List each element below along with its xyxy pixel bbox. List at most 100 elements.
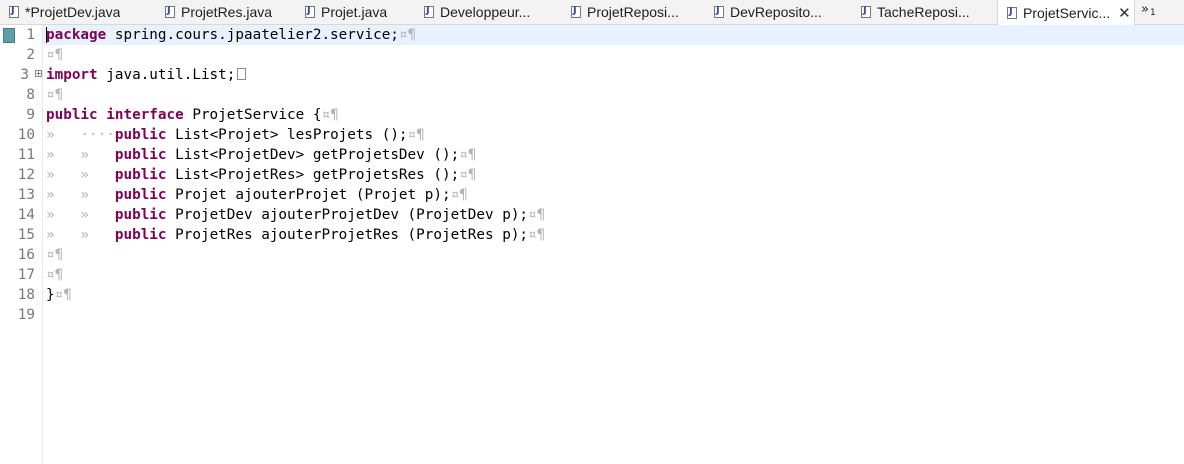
code-text[interactable]: package spring.cours.jpaatelier2.service… <box>46 25 416 45</box>
code-token: Projet ajouterProjet (Projet p); <box>166 187 451 203</box>
line-number: 11 <box>17 147 35 163</box>
line-number: 13 <box>17 187 35 203</box>
code-token: ProjetDev ajouterProjetDev (ProjetDev p)… <box>166 207 529 223</box>
code-line[interactable]: 11 » » public List<ProjetDev> getProjets… <box>0 145 1184 165</box>
tab-projetservice-active[interactable]: ProjetServic... ✕ <box>997 0 1135 25</box>
keyword: public <box>114 127 167 143</box>
code-text[interactable]: » » public List<ProjetRes> getProjetsRes… <box>46 165 476 185</box>
keyword: public <box>114 187 167 203</box>
tab-overflow-button[interactable]: » 1 <box>1141 0 1156 26</box>
code-token: java.util.List; <box>97 67 236 83</box>
code-text[interactable]: » » public Projet ajouterProjet (Projet … <box>46 185 468 205</box>
code-text[interactable]: » » public ProjetRes ajouterProjetRes (P… <box>46 225 545 245</box>
expand-fold-icon[interactable]: + <box>35 70 42 78</box>
code-token: ProjetRes ajouterProjetRes (ProjetRes p)… <box>166 227 529 243</box>
editor-tab-bar: *ProjetDev.java ProjetRes.java Projet.ja… <box>0 0 1184 25</box>
java-file-icon <box>714 5 724 18</box>
indent-marker: » ···· <box>46 127 115 143</box>
whitespace-marker: ¤¶ <box>398 27 417 43</box>
collapsed-block-icon[interactable] <box>237 68 247 80</box>
whitespace-marker: ¤¶ <box>46 247 64 263</box>
tab-label: Projet.java <box>321 4 388 20</box>
java-file-icon <box>9 5 19 18</box>
overflow-chevron-icon: » <box>1141 2 1149 17</box>
line-number: 2 <box>26 47 35 63</box>
line-number: 18 <box>17 287 35 303</box>
indent-marker: » » <box>46 207 115 223</box>
tab-label: ProjetServic... <box>1023 4 1111 21</box>
code-line[interactable]: 16 ¤¶ <box>0 245 1184 265</box>
tab-tacherepository[interactable]: TacheReposi... <box>852 0 982 24</box>
java-file-icon <box>571 5 581 18</box>
tab-developpeur[interactable]: Developpeur... <box>415 0 545 24</box>
tab-label: ProjetRes.java <box>181 4 273 20</box>
code-line[interactable]: 10 » ····public List<Projet> lesProjets … <box>0 125 1184 145</box>
code-line[interactable]: 2 ¤¶ <box>0 45 1184 65</box>
line-number: 15 <box>17 227 35 243</box>
tab-label: ProjetReposi... <box>587 4 679 20</box>
code-line[interactable]: 14 » » public ProjetDev ajouterProjetDev… <box>0 205 1184 225</box>
line-number: 8 <box>26 87 35 103</box>
code-line[interactable]: 8 ¤¶ <box>0 85 1184 105</box>
whitespace-marker: ¤¶ <box>407 127 425 143</box>
code-token: spring.cours.jpaatelier2.service; <box>106 27 399 43</box>
code-line[interactable]: 18 }¤¶ <box>0 285 1184 305</box>
tab-projetdev-java[interactable]: *ProjetDev.java <box>0 0 135 24</box>
line-number: 12 <box>17 167 35 183</box>
line-number: 17 <box>17 267 35 283</box>
tab-devrepository[interactable]: DevReposito... <box>705 0 835 24</box>
code-line[interactable]: 15 » » public ProjetRes ajouterProjetRes… <box>0 225 1184 245</box>
whitespace-marker: ¤¶ <box>528 227 546 243</box>
java-file-icon <box>305 5 315 18</box>
code-text[interactable]: » ····public List<Projet> lesProjets ();… <box>46 125 425 145</box>
line-number: 3 <box>20 67 29 83</box>
tab-label: Developpeur... <box>440 4 531 20</box>
code-line[interactable]: 13 » » public Projet ajouterProjet (Proj… <box>0 185 1184 205</box>
code-line[interactable]: 12 » » public List<ProjetRes> getProjets… <box>0 165 1184 185</box>
line-number: 9 <box>26 107 35 123</box>
java-file-icon <box>424 5 434 18</box>
code-text[interactable]: ¤¶ <box>46 245 63 265</box>
keyword: public <box>114 227 167 243</box>
whitespace-marker: ¤¶ <box>321 107 339 123</box>
code-text[interactable]: » » public List<ProjetDev> getProjetsDev… <box>46 145 476 165</box>
code-line[interactable]: 1 package spring.cours.jpaatelier2.servi… <box>0 25 1184 45</box>
code-token: List<ProjetDev> getProjetsDev (); <box>166 147 460 163</box>
indent-marker: » » <box>46 167 115 183</box>
code-text[interactable]: » » public ProjetDev ajouterProjetDev (P… <box>46 205 545 225</box>
line-number: 19 <box>17 307 35 323</box>
whitespace-marker: ¤¶ <box>528 207 546 223</box>
tab-projetrepository[interactable]: ProjetReposi... <box>562 0 692 24</box>
java-file-icon <box>861 5 871 18</box>
code-token: List<Projet> lesProjets (); <box>166 127 408 143</box>
code-token: ProjetService { <box>183 107 322 123</box>
code-line[interactable]: 17 ¤¶ <box>0 265 1184 285</box>
keyword: import <box>46 67 98 83</box>
code-editor[interactable]: 1 package spring.cours.jpaatelier2.servi… <box>0 25 1184 464</box>
overflow-count: 1 <box>1149 8 1156 18</box>
code-text[interactable]: ¤¶ <box>46 265 63 285</box>
indent-marker: » » <box>46 187 115 203</box>
code-line[interactable]: 3 + import java.util.List; <box>0 65 1184 85</box>
code-text[interactable]: ¤¶ <box>46 85 63 105</box>
code-text[interactable]: ¤¶ <box>46 45 63 65</box>
keyword: package <box>46 27 107 43</box>
code-text[interactable]: }¤¶ <box>46 285 72 305</box>
keyword: public <box>114 207 167 223</box>
code-line[interactable]: 19 <box>0 305 1184 325</box>
close-tab-icon[interactable]: ✕ <box>1118 4 1131 22</box>
java-file-icon <box>165 5 175 18</box>
code-token: } <box>46 287 55 303</box>
indent-marker: » » <box>46 227 115 243</box>
whitespace-marker: ¤¶ <box>459 147 477 163</box>
line-number: 14 <box>17 207 35 223</box>
keyword: public <box>114 147 167 163</box>
keyword: public <box>46 107 98 123</box>
line-number: 10 <box>17 127 35 143</box>
text-cursor <box>46 27 47 43</box>
tab-projet-java[interactable]: Projet.java <box>296 0 406 24</box>
tab-projetres-java[interactable]: ProjetRes.java <box>156 0 284 24</box>
code-line[interactable]: 9 public interface ProjetService {¤¶ <box>0 105 1184 125</box>
code-text[interactable]: import java.util.List; <box>46 65 247 85</box>
code-text[interactable]: public interface ProjetService {¤¶ <box>46 105 339 125</box>
